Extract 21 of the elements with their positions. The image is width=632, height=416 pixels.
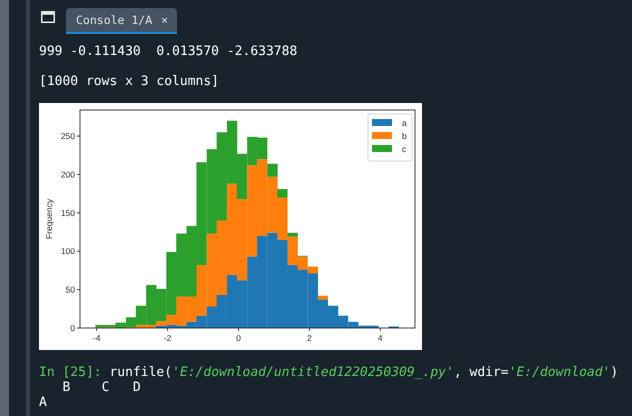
legend-label: a — [402, 118, 407, 128]
x-tick-label: -4 — [92, 333, 100, 343]
x-tick-label: -2 — [164, 333, 172, 343]
y-tick-label: 200 — [60, 169, 75, 180]
y-tick-label: 100 — [60, 246, 75, 256]
console-output-line: B C D — [61, 380, 141, 395]
console-output-line: [1000 rows x 3 columns] — [39, 74, 220, 89]
y-tick-label: 0 — [70, 323, 75, 333]
x-tick-label: 0 — [236, 333, 241, 343]
x-tick-label: 2 — [307, 333, 312, 343]
x-tick-label: 4 — [378, 333, 383, 343]
y-tick-label: 50 — [66, 284, 75, 295]
console-output-line: A — [39, 395, 47, 410]
command-line: runfile('E:/download/untitled1220250309_.py', wdir='E:/download') — [108, 365, 618, 380]
legend-label: b — [402, 131, 407, 141]
legend-label: c — [402, 144, 406, 154]
y-tick-label: 250 — [60, 131, 75, 142]
y-axis-label: Frequency — [44, 198, 54, 240]
y-tick-label: 150 — [60, 208, 75, 218]
input-prompt: In [25]: — [39, 365, 102, 380]
console-output-line: 999 -0.111430 0.013570 -2.633788 — [39, 44, 298, 59]
